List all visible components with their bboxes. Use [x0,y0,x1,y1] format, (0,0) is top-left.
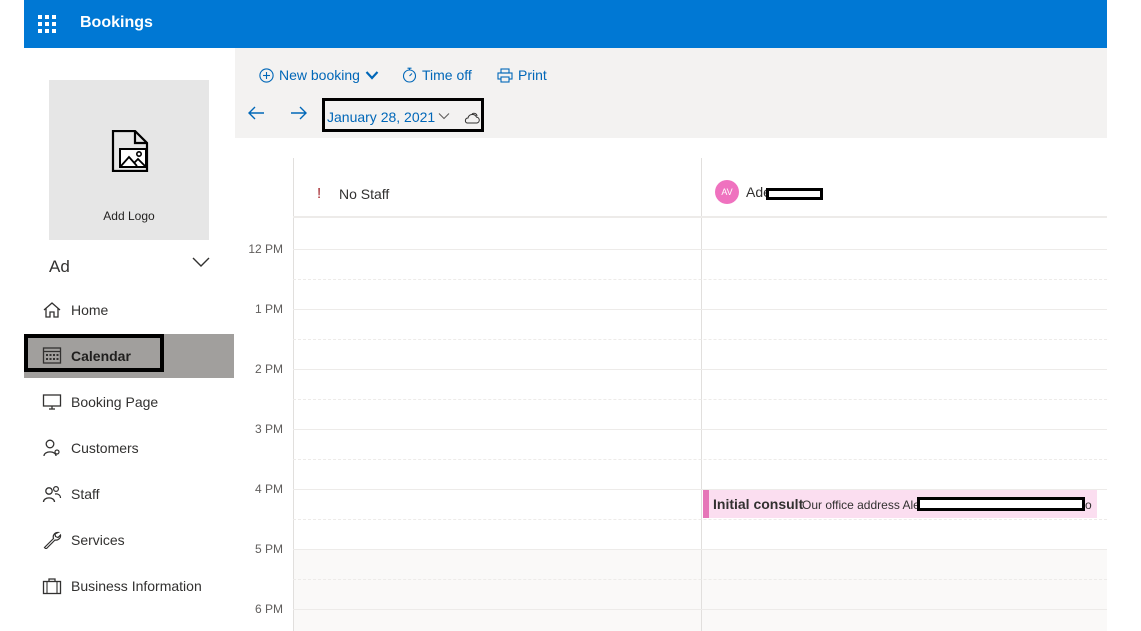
half-hour-line [293,339,1107,340]
sidebar-item-services[interactable]: Services [24,520,234,560]
hour-label: 1 PM [254,302,283,316]
sidebar-item-booking-page[interactable]: Booking Page [24,382,234,422]
people-icon [42,485,62,503]
hour-line [293,369,1107,370]
column-header-label: No Staff [339,186,390,202]
sidebar-item-label: Home [71,302,109,318]
time-off-label: Time off [422,67,472,83]
hour-line [293,609,1107,610]
event-location-tail: o [1085,498,1092,512]
add-logo-button[interactable]: Add Logo [49,80,209,240]
business-name[interactable]: Ad [49,257,70,277]
redaction-bar [917,497,1085,511]
calendar-icon [42,347,62,364]
column-divider [293,158,294,631]
sidebar-item-label: Calendar [71,348,131,364]
hour-label: 4 PM [254,482,283,496]
home-icon [43,302,61,318]
column-header-no-staff[interactable]: ! No Staff [294,158,700,218]
print-label: Print [518,67,547,83]
half-hour-line [293,399,1107,400]
hour-label: 2 PM [254,362,283,376]
add-circle-icon [259,67,274,83]
half-hour-line [293,279,1107,280]
sidebar-item-home[interactable]: Home [24,290,234,330]
hour-line [293,429,1107,430]
sidebar-item-customers[interactable]: Customers [24,428,234,468]
hour-line [293,309,1107,310]
chevron-down-icon [438,113,450,120]
app-launcher-icon[interactable] [38,15,56,33]
hour-label: 5 PM [254,542,283,556]
half-hour-line [293,579,1107,580]
column-divider [701,158,702,631]
hour-line [293,249,1107,250]
command-bar: New booking Time off Print January 28, 2… [235,48,1107,138]
sidebar-item-business-information[interactable]: Business Information [24,566,234,606]
calendar-grid: ! No Staff AV Ade 12 PM 1 PM 2 PM 3 PM 4… [235,138,1107,631]
warning-indicator: ! [317,185,322,202]
app-title[interactable]: Bookings [80,14,153,32]
wrench-icon [43,531,62,549]
print-button[interactable]: Print [497,65,547,85]
image-icon [111,130,149,172]
date-picker[interactable]: January 28, 2021 [322,98,484,132]
new-booking-label: New booking [279,67,360,83]
top-bar: Bookings [24,0,1107,48]
arrow-left-icon[interactable] [247,106,265,120]
cloud-sun-icon [464,112,480,124]
chevron-down-icon [365,71,379,80]
header-divider [293,216,1107,218]
avatar: AV [715,180,739,204]
hour-label: 6 PM [254,602,283,616]
monitor-icon [42,394,62,410]
sidebar-item-calendar[interactable]: Calendar [24,334,234,378]
sidebar-item-label: Customers [71,440,139,456]
sidebar-item-label: Staff [71,486,100,502]
sidebar-item-label: Services [71,532,125,548]
chevron-down-icon[interactable] [192,256,210,268]
event-location: Our office address Ale [802,498,920,512]
event-title: Initial consult [713,496,804,512]
hour-label: 12 PM [248,242,283,256]
sidebar-item-staff[interactable]: Staff [24,474,234,514]
half-hour-line [293,459,1107,460]
sidebar-item-label: Business Information [71,578,202,594]
time-off-button[interactable]: Time off [402,65,472,85]
selected-date: January 28, 2021 [327,109,436,125]
sidebar: Add Logo Ad Home Calendar Booking Page C… [24,48,234,631]
after-hours-region [293,549,1107,631]
new-booking-button[interactable]: New booking [259,65,379,85]
timer-icon [402,67,417,83]
briefcase-icon [42,578,62,595]
half-hour-line [293,519,1107,520]
print-icon [497,67,513,83]
person-icon [43,439,60,457]
arrow-right-icon[interactable] [290,106,308,120]
hour-line [293,549,1107,550]
sidebar-item-label: Booking Page [71,394,159,410]
hour-label: 3 PM [254,422,283,436]
redaction-bar [766,188,823,200]
add-logo-label: Add Logo [103,209,155,223]
